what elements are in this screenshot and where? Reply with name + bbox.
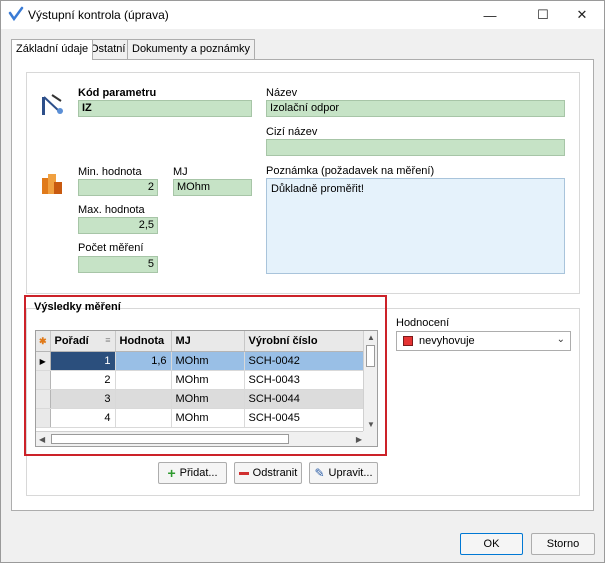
nazev-label: Název (266, 87, 298, 99)
minimize-icon: — (483, 7, 497, 23)
table-row[interactable]: 3 MOhm SCH-0044 (36, 389, 366, 409)
cell-mj[interactable]: MOhm (171, 370, 245, 390)
ok-button[interactable]: OK (460, 533, 523, 555)
column-header-hodnota[interactable]: Hodnota (115, 331, 172, 352)
hodnoceni-value: nevyhovuje (419, 335, 475, 347)
row-selector[interactable] (36, 408, 51, 428)
cell-poradi[interactable]: 1 (50, 351, 116, 371)
close-button[interactable]: ✕ (559, 1, 605, 29)
row-selector[interactable] (36, 389, 51, 409)
mj-field[interactable]: MOhm (173, 179, 252, 196)
grid-header-row: ✱ Pořadí ≡ Hodnota MJ Výrobní číslo (36, 331, 366, 352)
cell-mj[interactable]: MOhm (171, 408, 245, 428)
window-title: Výstupní kontrola (úprava) (28, 8, 169, 22)
row-selector[interactable]: ▶ (36, 351, 51, 371)
cell-hodnota[interactable] (115, 370, 172, 390)
pocet-mereni-label: Počet měření (78, 242, 144, 254)
table-row[interactable]: 4 MOhm SCH-0045 (36, 408, 366, 428)
column-header-mj[interactable]: MJ (171, 331, 245, 352)
app-check-icon (8, 6, 24, 22)
scroll-down-icon[interactable]: ▼ (367, 420, 375, 429)
mj-label: MJ (173, 166, 188, 178)
plus-icon: + (167, 465, 176, 481)
cell-hodnota[interactable] (115, 408, 172, 428)
results-grid: ✱ Pořadí ≡ Hodnota MJ Výrobní číslo ▶ 1 … (35, 330, 378, 447)
cizi-nazev-field[interactable] (266, 139, 565, 156)
table-row[interactable]: ▶ 1 1,6 MOhm SCH-0042 (36, 351, 366, 371)
poznamka-memo[interactable]: Důkladně proměřit! (266, 178, 565, 274)
measure-parameter-icon (42, 94, 63, 115)
min-hodnota-label: Min. hodnota (78, 166, 142, 178)
cell-poradi[interactable]: 2 (50, 370, 116, 390)
pocet-mereni-field[interactable]: 5 (78, 256, 158, 273)
column-header-poradi[interactable]: Pořadí ≡ (50, 331, 116, 352)
pencil-icon: ✎ (314, 466, 325, 480)
status-color-swatch (403, 336, 413, 346)
cell-vyrobni-cislo[interactable]: SCH-0045 (244, 408, 366, 428)
min-max-icon (42, 174, 62, 194)
kod-parametru-label: Kód parametru (78, 87, 157, 99)
scroll-up-icon[interactable]: ▲ (367, 333, 375, 342)
cancel-button[interactable]: Storno (531, 533, 595, 555)
row-indicator-star-icon: ✱ (38, 335, 47, 346)
minus-icon (238, 471, 249, 475)
poznamka-label: Poznámka (požadavek na měření) (266, 165, 435, 177)
cell-vyrobni-cislo[interactable]: SCH-0044 (244, 389, 366, 409)
cell-poradi[interactable]: 4 (50, 408, 116, 428)
maximize-icon: ☐ (537, 7, 549, 22)
cell-vyrobni-cislo[interactable]: SCH-0042 (244, 351, 366, 371)
minimize-button[interactable]: — (467, 1, 513, 29)
scroll-left-icon[interactable]: ◀ (39, 435, 45, 444)
row-selector[interactable] (36, 370, 51, 390)
nazev-field[interactable]: Izolační odpor (266, 100, 565, 117)
cell-hodnota[interactable] (115, 389, 172, 409)
current-row-arrow-icon: ▶ (39, 356, 46, 366)
tab-dokumenty[interactable]: Dokumenty a poznámky (127, 39, 255, 59)
horizontal-scrollbar[interactable]: ◀ ▶ (36, 431, 365, 446)
chevron-down-icon: ⌄ (556, 334, 565, 345)
hodnoceni-select[interactable]: nevyhovuje ⌄ (396, 331, 571, 351)
grid-corner-cell: ✱ (36, 331, 51, 352)
tab-zakladni-udaje[interactable]: Základní údaje (11, 39, 94, 60)
cell-vyrobni-cislo[interactable]: SCH-0043 (244, 370, 366, 390)
horizontal-scroll-thumb[interactable] (51, 434, 289, 444)
kod-parametru-field[interactable]: IZ (78, 100, 252, 117)
column-header-vyrobni-cislo[interactable]: Výrobní číslo (244, 331, 366, 352)
table-row[interactable]: 2 MOhm SCH-0043 (36, 370, 366, 390)
cizi-nazev-label: Cizí název (266, 126, 318, 138)
edit-button[interactable]: ✎ Upravit... (309, 462, 378, 484)
max-hodnota-label: Max. hodnota (78, 204, 145, 216)
sort-icon: ≡ (105, 334, 111, 345)
hodnoceni-label: Hodnocení (396, 317, 450, 329)
min-hodnota-field[interactable]: 2 (78, 179, 158, 196)
remove-button-label: Odstranit (252, 467, 298, 479)
remove-button[interactable]: Odstranit (234, 462, 302, 484)
scroll-right-icon[interactable]: ▶ (356, 435, 362, 444)
cell-poradi[interactable]: 3 (50, 389, 116, 409)
results-title: Výsledky měření (34, 301, 121, 313)
cell-hodnota[interactable]: 1,6 (115, 351, 172, 371)
cell-mj[interactable]: MOhm (171, 389, 245, 409)
add-button-label: Přidat... (179, 467, 218, 479)
scrollbar-corner (363, 431, 377, 446)
vertical-scrollbar[interactable]: ▲ ▼ (363, 331, 377, 431)
dialog-window: Výstupní kontrola (úprava) — ☐ ✕ Základn… (0, 0, 605, 563)
edit-button-label: Upravit... (328, 467, 373, 479)
tab-panel: Kód parametru IZ Název Izolační odpor Ci… (11, 59, 594, 511)
column-label-poradi: Pořadí (54, 334, 89, 347)
add-button[interactable]: + Přidat... (158, 462, 227, 484)
vertical-scroll-thumb[interactable] (366, 345, 375, 367)
max-hodnota-field[interactable]: 2,5 (78, 217, 158, 234)
cell-mj[interactable]: MOhm (171, 351, 245, 371)
title-bar: Výstupní kontrola (úprava) — ☐ ✕ (1, 1, 604, 29)
close-icon: ✕ (576, 7, 588, 22)
